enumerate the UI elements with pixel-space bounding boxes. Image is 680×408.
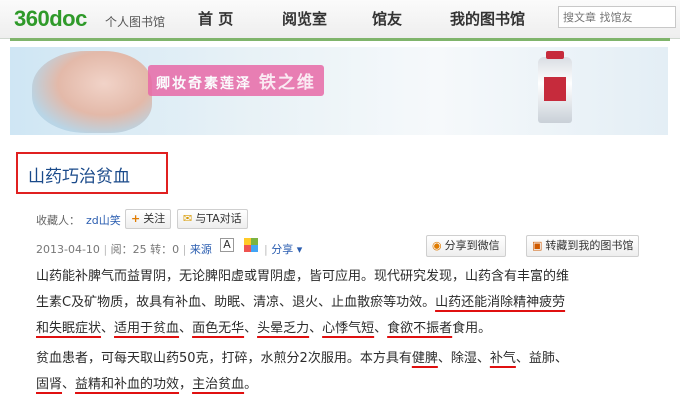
text-line: 贫血患者，可每天取山药50克，打碎，水煎分2次服用。本方具有健脾、除湿、补气、益… — [36, 351, 568, 366]
nav-friends[interactable]: 馆友 — [372, 8, 402, 29]
title-highlight-box: 山药巧治贫血 — [16, 152, 168, 194]
highlighted-text: 山药还能消除精神疲劳 — [435, 295, 566, 310]
site-subtitle: 个人图书馆 — [105, 15, 166, 29]
banner-text: 卿妆奇素莲泽 铁之维 — [148, 65, 324, 96]
nav-home[interactable]: 首 页 — [198, 8, 233, 29]
collector-label: 收藏人： — [36, 214, 80, 227]
save-to-library-button[interactable]: ▣ 转藏到我的图书馆 — [526, 235, 640, 257]
chat-icon: ✉ — [183, 212, 193, 225]
repost-count: 转：0 — [150, 243, 180, 256]
chat-button[interactable]: ✉ 与TA对话 — [177, 209, 248, 229]
product-bottle — [538, 51, 572, 123]
wechat-icon: ◉ — [432, 239, 442, 252]
nav-reading-room[interactable]: 阅览室 — [282, 8, 327, 29]
post-date: 2013-04-10 — [36, 243, 100, 256]
share-wechat-button[interactable]: ◉ 分享到微信 — [426, 235, 506, 257]
article-title: 山药巧治贫血 — [28, 167, 130, 187]
color-theme-icon[interactable] — [244, 238, 258, 252]
source-link[interactable]: 来源 — [190, 243, 212, 256]
font-size-icon[interactable]: A — [220, 238, 234, 252]
follow-button[interactable]: + 关注 — [125, 209, 172, 229]
nav-my-library[interactable]: 我的图书馆 — [450, 8, 525, 29]
banner-photo — [32, 51, 152, 133]
ad-banner[interactable]: 卿妆奇素莲泽 铁之维 — [10, 47, 668, 135]
save-icon: ▣ — [532, 239, 543, 252]
text-line: 和失眠症状、适用于贫血、面色无华、头晕乏力、心悸气短、食欲不振者食用。 — [36, 321, 492, 336]
text-line: 山药能补脾气而益胃阴，无论脾阳虚或胃阴虚，皆可应用。现代研究发现，山药含有丰富的… — [36, 269, 570, 284]
chevron-down-icon: ▾ — [293, 243, 303, 256]
paragraph-1: 山药能补脾气而益胃阴，无论脾阳虚或胃阴虚，皆可应用。现代研究发现，山药含有丰富的… — [36, 264, 656, 342]
read-count: 阅：25 — [110, 243, 147, 256]
share-dropdown[interactable]: | 分享 ▾ — [264, 241, 302, 257]
header-divider — [10, 38, 670, 41]
plus-icon: + — [131, 212, 141, 225]
collector-name[interactable]: zd山笑 — [86, 212, 121, 228]
top-bar: 360doc 个人图书馆 首 页 阅览室 馆友 我的图书馆 — [0, 0, 680, 39]
paragraph-2: 贫血患者，可每天取山药50克，打碎，水煎分2次服用。本方具有健脾、除湿、补气、益… — [36, 346, 656, 398]
site-logo[interactable]: 360doc — [14, 6, 87, 32]
search-input[interactable] — [558, 6, 676, 28]
text-line: 固肾、益精和补血的功效，主治贫血。 — [36, 377, 258, 392]
post-meta: 2013-04-10 | 阅：25 转：0 | 来源 — [36, 243, 212, 256]
text-line: 生素C及矿物质，故具有补血、助眠、清凉、退火、止血散瘀等功效。山药还能消除精神疲… — [36, 295, 566, 310]
